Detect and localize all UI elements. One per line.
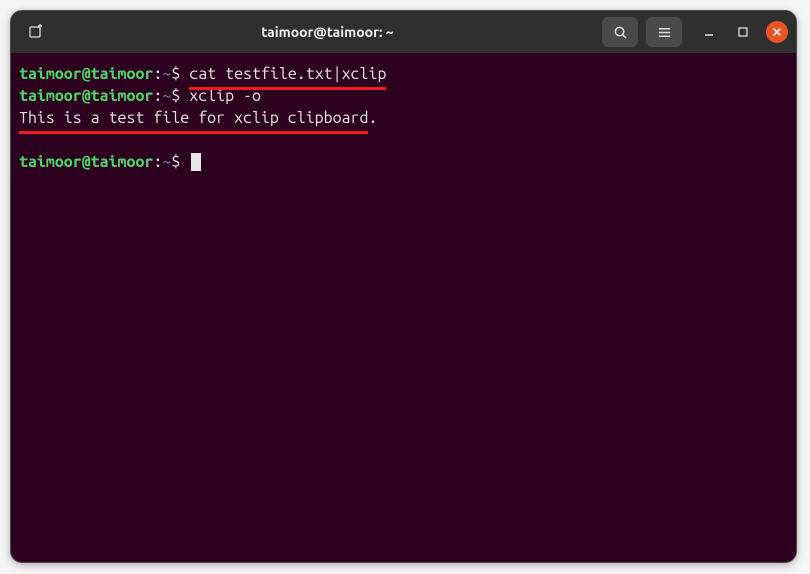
maximize-button[interactable] xyxy=(732,21,754,43)
cursor xyxy=(191,153,201,171)
close-icon xyxy=(772,27,782,37)
prompt-symbol: $ xyxy=(171,87,180,105)
close-button[interactable] xyxy=(766,21,788,43)
prompt-symbol: $ xyxy=(171,153,180,171)
prompt-cwd: ~ xyxy=(162,153,171,171)
output-period: . xyxy=(368,109,377,127)
titlebar-right xyxy=(602,17,788,47)
new-tab-icon xyxy=(28,24,44,40)
minimize-button[interactable] xyxy=(698,21,720,43)
terminal-output-line: This is a test file for xclip clipboard. xyxy=(19,107,788,129)
command-text: cat testfile.txt|xclip xyxy=(180,65,386,83)
terminal-line: taimoor@taimoor:~$ xyxy=(19,151,788,173)
prompt-cwd: ~ xyxy=(162,65,171,83)
prompt-symbol: $ xyxy=(171,65,180,83)
underlined-command: cat testfile.txt|xclip xyxy=(189,63,386,85)
maximize-icon xyxy=(737,26,749,38)
terminal-window: taimoor@taimoor: ~ xyxy=(10,10,797,563)
underlined-output: This is a test file for xclip clipboard xyxy=(19,107,368,129)
search-icon xyxy=(613,25,628,40)
terminal-line: taimoor@taimoor:~$ cat testfile.txt|xcli… xyxy=(19,63,788,85)
titlebar: taimoor@taimoor: ~ xyxy=(11,11,796,53)
menu-button[interactable] xyxy=(646,17,682,47)
terminal-body[interactable]: taimoor@taimoor:~$ cat testfile.txt|xcli… xyxy=(11,53,796,183)
prompt-user-host: taimoor@taimoor xyxy=(19,153,153,171)
minimize-icon xyxy=(703,26,715,38)
prompt-user-host: taimoor@taimoor xyxy=(19,87,153,105)
new-tab-button[interactable] xyxy=(19,17,53,47)
window-title: taimoor@taimoor: ~ xyxy=(53,24,602,40)
prompt-cwd: ~ xyxy=(162,87,171,105)
titlebar-left xyxy=(19,17,53,47)
hamburger-icon xyxy=(657,25,672,40)
prompt-user-host: taimoor@taimoor xyxy=(19,65,153,83)
window-controls xyxy=(698,21,788,43)
terminal-line: taimoor@taimoor:~$ xclip -o xyxy=(19,85,788,107)
search-button[interactable] xyxy=(602,17,638,47)
